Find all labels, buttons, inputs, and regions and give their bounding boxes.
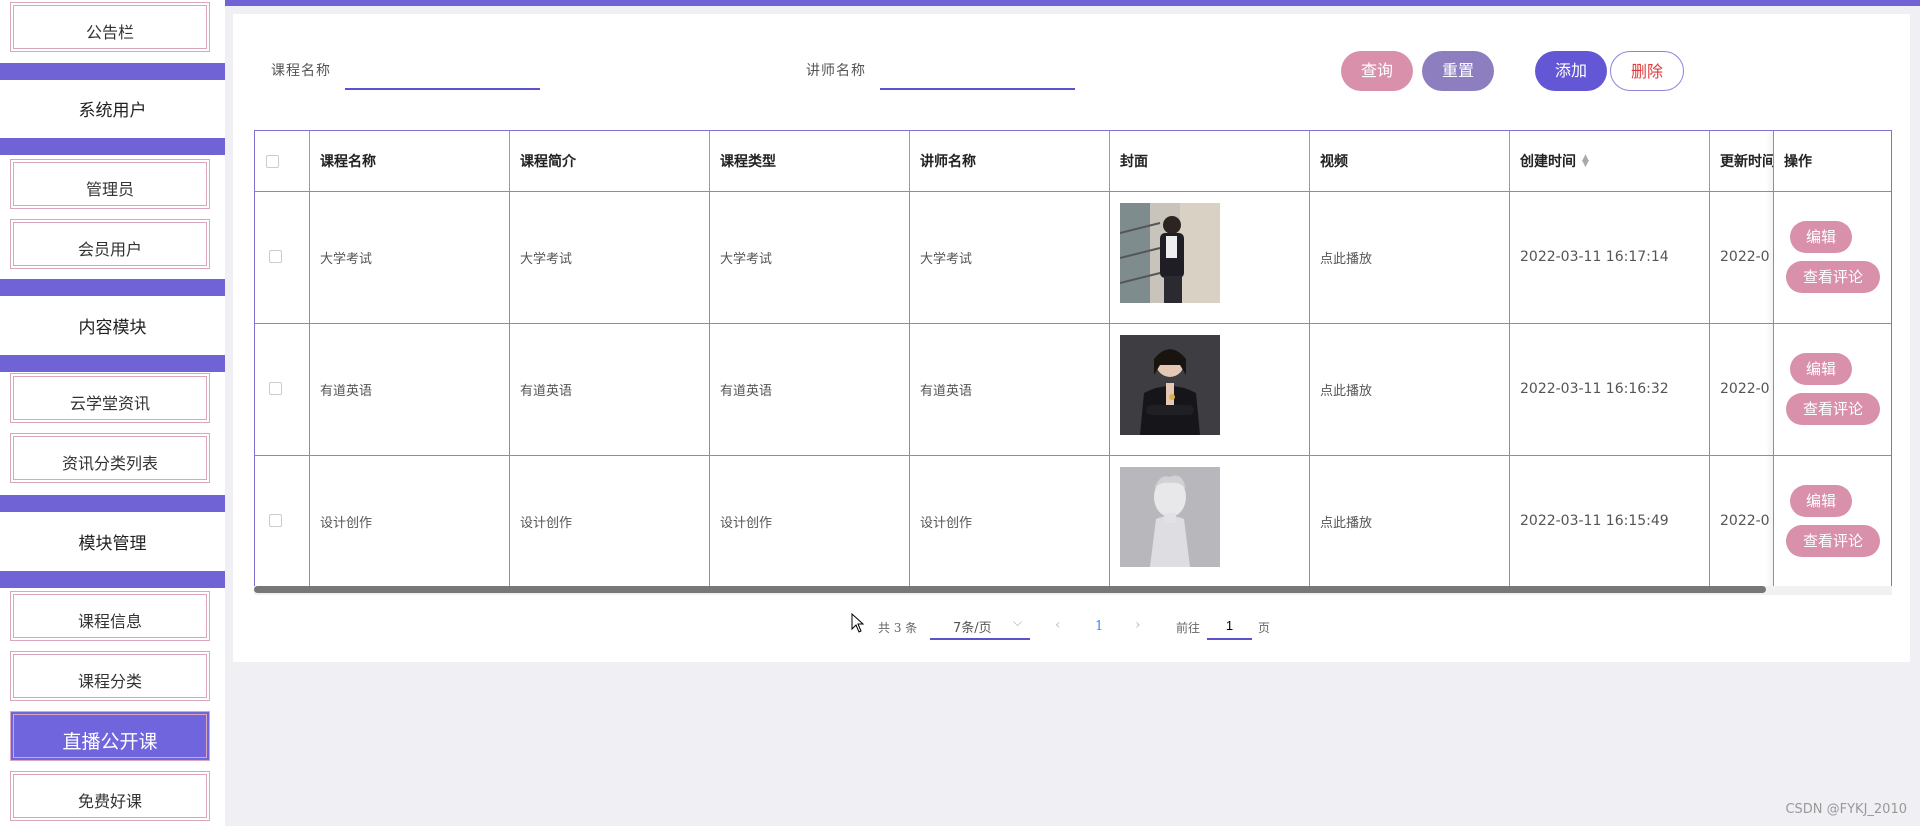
column-header: 视频 [1320, 154, 1348, 170]
goto-label: 前往 [1176, 621, 1201, 635]
sort-caret-icon[interactable]: ▲ ▼ [1582, 154, 1589, 169]
cell-teacher: 有道英语 [920, 383, 973, 399]
page-suffix: 页 [1258, 621, 1271, 635]
sidebar-item-members[interactable]: 会员用户 [10, 219, 210, 269]
sidebar-item-live-course[interactable]: 直播公开课 [10, 711, 210, 761]
goto-page-input[interactable] [1207, 612, 1252, 640]
row-checkbox[interactable] [269, 514, 282, 527]
edit-button[interactable]: 编辑 [1790, 485, 1852, 517]
sidebar-item-free-course[interactable]: 免费好课 [10, 771, 210, 821]
column-header-operations: 操作 [1784, 154, 1812, 170]
sidebar: 公告栏 系统用户 管理员 会员用户 内容模块 云学堂资讯 资讯分类列表 模块管理… [0, 0, 225, 826]
query-button[interactable]: 查询 [1341, 51, 1413, 91]
edit-button[interactable]: 编辑 [1790, 221, 1852, 253]
column-header: 课程简介 [520, 154, 576, 170]
sidebar-item-bulletin[interactable]: 公告栏 [10, 2, 210, 52]
course-name-label: 课程名称 [271, 63, 331, 79]
row-checkbox[interactable] [269, 382, 282, 395]
cell-intro: 设计创作 [520, 515, 573, 531]
play-video-link[interactable]: 点此播放 [1320, 191, 1372, 323]
view-reviews-button[interactable]: 查看评论 [1786, 525, 1880, 557]
cell-updated-time: 2022-0 [1720, 381, 1770, 397]
column-header: 封面 [1120, 154, 1148, 170]
teacher-name-label: 讲师名称 [806, 63, 866, 79]
page-size-select[interactable]: 7条/页 ⌵ [930, 612, 1030, 640]
cell-intro: 大学考试 [520, 251, 573, 267]
cell-type: 大学考试 [720, 251, 773, 267]
cell-intro: 有道英语 [520, 383, 573, 399]
sidebar-item-course-category[interactable]: 课程分类 [10, 651, 210, 701]
sidebar-item-news[interactable]: 云学堂资讯 [10, 373, 210, 423]
cell-created-time: 2022-03-11 16:15:49 [1520, 513, 1669, 529]
add-button[interactable]: 添加 [1535, 51, 1607, 91]
cell-teacher: 大学考试 [920, 251, 973, 267]
mouse-cursor-icon [851, 613, 865, 633]
view-reviews-button[interactable]: 查看评论 [1786, 261, 1880, 293]
cell-course-name: 设计创作 [320, 515, 373, 531]
cell-created-time: 2022-03-11 16:16:32 [1520, 381, 1669, 397]
cover-image[interactable] [1120, 203, 1220, 303]
sidebar-item-admin[interactable]: 管理员 [10, 159, 210, 209]
cell-type: 有道英语 [720, 383, 773, 399]
cell-type: 设计创作 [720, 515, 773, 531]
sidebar-item-news-categories[interactable]: 资讯分类列表 [10, 433, 210, 483]
edit-button[interactable]: 编辑 [1790, 353, 1852, 385]
cell-updated-time: 2022-0 [1720, 513, 1770, 529]
chevron-down-icon: ⌵ [1013, 615, 1023, 629]
group-divider [0, 571, 225, 588]
teacher-name-input[interactable] [880, 62, 1075, 90]
group-divider [0, 138, 225, 155]
cover-image[interactable] [1120, 335, 1220, 435]
cell-created-time: 2022-03-11 16:17:14 [1520, 249, 1669, 265]
horizontal-scrollbar[interactable] [254, 586, 1766, 593]
next-page-icon[interactable]: › [1135, 617, 1141, 633]
cover-image[interactable] [1120, 467, 1220, 567]
top-accent-bar [225, 0, 1920, 6]
operations-column: 操作 编辑 查看评论 编辑 查看评论 编辑 查看评论 [1773, 131, 1891, 591]
column-header: 课程名称 [320, 154, 376, 170]
sidebar-group-content[interactable]: 内容模块 [0, 299, 225, 357]
sidebar-item-course-info[interactable]: 课程信息 [10, 591, 210, 641]
column-header: 讲师名称 [920, 154, 976, 170]
cell-course-name: 有道英语 [320, 383, 373, 399]
group-divider [0, 63, 225, 80]
reset-button[interactable]: 重置 [1422, 51, 1494, 91]
play-video-link[interactable]: 点此播放 [1320, 323, 1372, 455]
sidebar-group-modules[interactable]: 模块管理 [0, 515, 225, 573]
cell-teacher: 设计创作 [920, 515, 973, 531]
data-table: 课程名称 课程简介 课程类型 讲师名称 封面 视频 创建时间 ▲ ▼ 更新时间 大… [254, 130, 1892, 592]
group-divider [0, 279, 225, 296]
play-video-link[interactable]: 点此播放 [1320, 455, 1372, 587]
select-all-checkbox[interactable] [266, 155, 279, 168]
column-header-created[interactable]: 创建时间 ▲ ▼ [1520, 131, 1589, 191]
column-header: 更新时间 [1720, 154, 1776, 170]
current-page[interactable]: 1 [1095, 619, 1103, 634]
group-divider [0, 355, 225, 372]
cell-course-name: 大学考试 [320, 251, 373, 267]
watermark: CSDN @FYKJ_2010 [1785, 802, 1907, 817]
view-reviews-button[interactable]: 查看评论 [1786, 393, 1880, 425]
group-divider [0, 495, 225, 512]
pagination-total: 共 3 条 [878, 621, 918, 635]
row-checkbox[interactable] [269, 250, 282, 263]
course-name-input[interactable] [345, 62, 540, 90]
prev-page-icon[interactable]: ‹ [1055, 617, 1061, 633]
delete-button[interactable]: 删除 [1610, 51, 1684, 91]
sidebar-group-system-users[interactable]: 系统用户 [0, 82, 225, 140]
column-header-label: 创建时间 [1520, 154, 1576, 170]
cell-updated-time: 2022-0 [1720, 249, 1770, 265]
column-header: 课程类型 [720, 154, 776, 170]
page-size-value: 7条/页 [953, 621, 992, 636]
